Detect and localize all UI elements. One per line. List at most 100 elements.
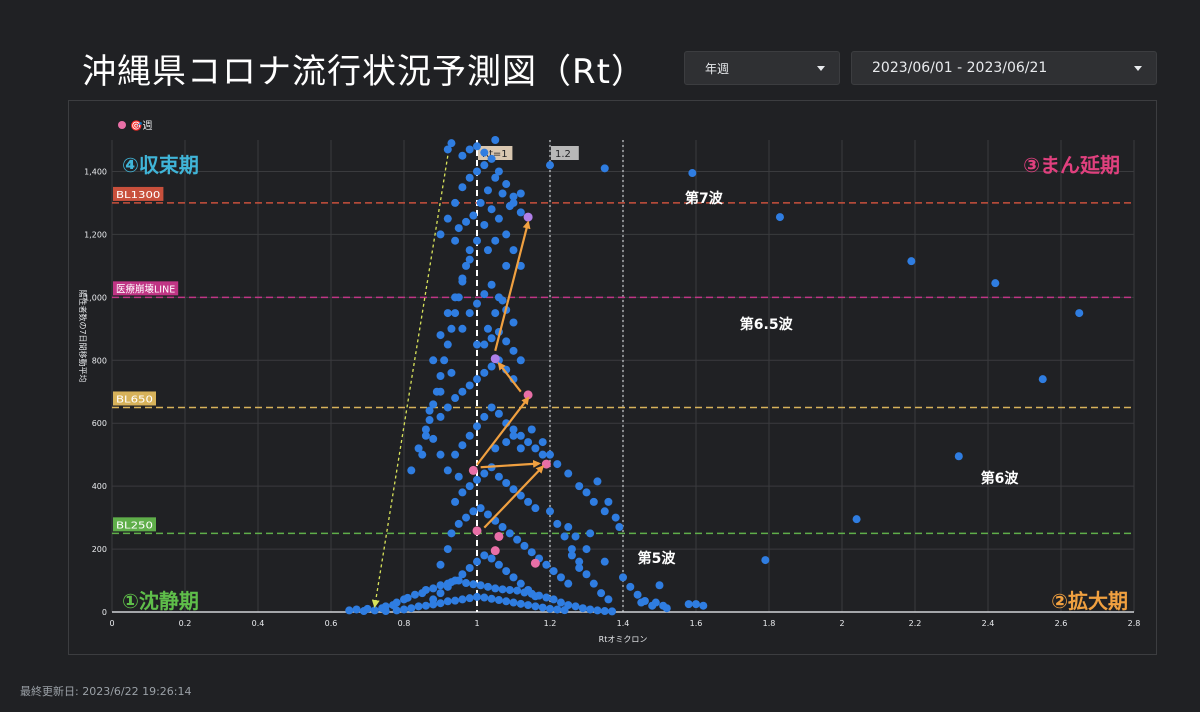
legend: 🎯週 [118,120,152,132]
data-point [465,381,474,390]
data-point [458,488,467,497]
data-point [531,602,540,611]
y-tick-label: 800 [92,356,107,365]
data-point [414,602,423,611]
data-point [429,356,438,365]
data-point [480,161,489,170]
data-point [483,186,492,195]
data-point [429,595,438,604]
data-point [425,406,434,415]
data-point [509,246,518,255]
data-point [458,441,467,450]
data-point [498,296,507,305]
data-point [597,589,606,598]
hline-label: BL250 [116,520,153,531]
data-point [502,230,511,239]
data-point [407,604,416,613]
hline-label: 医療崩壊LINE [116,282,175,295]
data-point [487,594,496,603]
y-tick-label: 200 [92,545,107,554]
data-point [465,594,474,603]
data-point [600,557,609,566]
highlight-point [468,465,478,475]
data-point [524,585,533,594]
data-point [345,606,354,615]
data-point [447,368,456,377]
data-point [498,523,507,532]
data-point [571,532,580,541]
data-point [494,214,503,223]
data-point [509,598,518,607]
data-point [436,331,445,340]
data-point [684,600,693,609]
quadrant-label: ①沈静期 [122,589,199,613]
quadrant-label: ③まん延期 [1023,153,1120,177]
data-point [421,585,430,594]
data-point [458,595,467,604]
data-point [480,368,489,377]
data-point [600,507,609,516]
legend-marker [118,121,126,129]
highlight-point [490,354,500,364]
data-point [491,136,500,144]
data-point [954,452,963,461]
data-point [516,431,525,440]
data-point [476,581,485,590]
data-point [538,603,547,612]
data-point [611,513,620,522]
data-point [991,279,1000,288]
data-point [608,607,617,616]
data-point [421,601,430,610]
data-point [462,217,471,226]
data-point [436,589,445,598]
data-point [516,189,525,198]
data-point [487,280,496,289]
scatter-chart: 0 0.2 0.4 0.6 0.8 1 1.2 1.4 1.6 1.8 2 2.2 2.4 2.6 2.8 0… [78,120,1140,644]
data-point [633,590,642,599]
data-point [531,504,540,513]
data-point [429,584,438,593]
data-point [352,605,361,614]
data-point [619,573,627,582]
data-point [483,510,492,519]
data-point [524,497,533,506]
data-point [575,563,584,572]
data-point [465,255,474,264]
last-updated: 最終更新日: 2023/6/22 19:26:14 [20,685,192,698]
data-point [582,570,591,579]
data-point [381,607,390,616]
data-point [600,164,609,173]
data-point [582,545,591,554]
scatter-points [345,136,1084,616]
trend-arrow-orange [483,465,545,529]
data-point [458,570,467,579]
data-point [443,597,452,606]
data-point [465,309,474,318]
data-point [546,507,554,516]
data-point [527,548,536,557]
data-point [473,475,481,484]
data-point [473,340,481,349]
data-point [604,595,613,604]
data-point [549,567,558,576]
data-point [502,438,511,447]
data-point [502,261,511,270]
data-point [480,593,489,602]
data-point [538,438,547,447]
data-point [451,293,460,302]
data-point [480,148,489,157]
data-point [480,220,489,229]
data-point [655,581,664,590]
trend-arrow-orange [494,220,531,352]
data-point [542,560,551,569]
data-point [600,607,609,616]
data-point [651,598,660,607]
data-point [586,529,595,538]
data-point [615,523,624,532]
wave-annotation: 第5波 [638,550,677,567]
data-point [436,599,445,608]
data-point [410,590,419,599]
data-point [462,579,471,588]
data-point [436,372,445,380]
data-point [451,236,460,245]
